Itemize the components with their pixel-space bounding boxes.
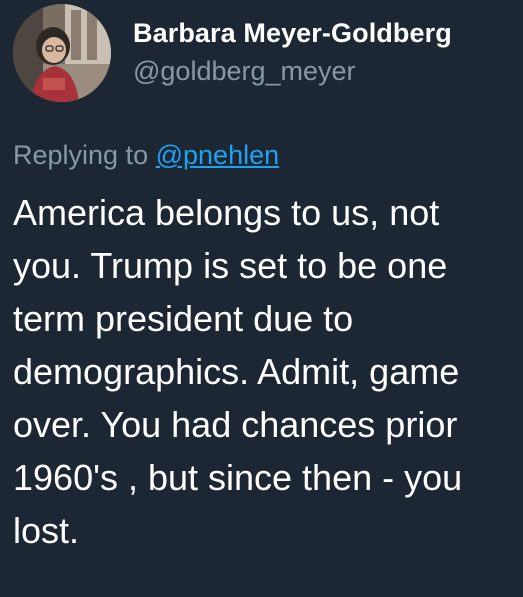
user-handle[interactable]: @goldberg_meyer (133, 56, 356, 87)
tweet-text: America belongs to us, not you. Trump is… (13, 186, 513, 557)
tweet-text-line: over. You had chances prior (13, 404, 458, 445)
tweet-text-line: America belongs to us, not (13, 192, 440, 233)
tweet-text-line: 1960's , but since then - you (13, 457, 463, 498)
tweet-text-line: term president due to (13, 298, 354, 339)
tweet-text-line: lost. (13, 510, 80, 551)
profile-photo-icon (13, 4, 111, 102)
replying-to-label: Replying to (13, 140, 149, 170)
tweet-card: Barbara Meyer-Goldberg @goldberg_meyer R… (0, 0, 523, 597)
display-name[interactable]: Barbara Meyer-Goldberg (133, 18, 452, 49)
tweet-text-line: you. Trump is set to be one (13, 245, 448, 286)
mention-link[interactable]: @pnehlen (156, 140, 280, 170)
replying-to: Replying to @pnehlen (13, 140, 279, 171)
avatar[interactable] (13, 4, 111, 102)
tweet-text-line: demographics. Admit, game (13, 351, 460, 392)
